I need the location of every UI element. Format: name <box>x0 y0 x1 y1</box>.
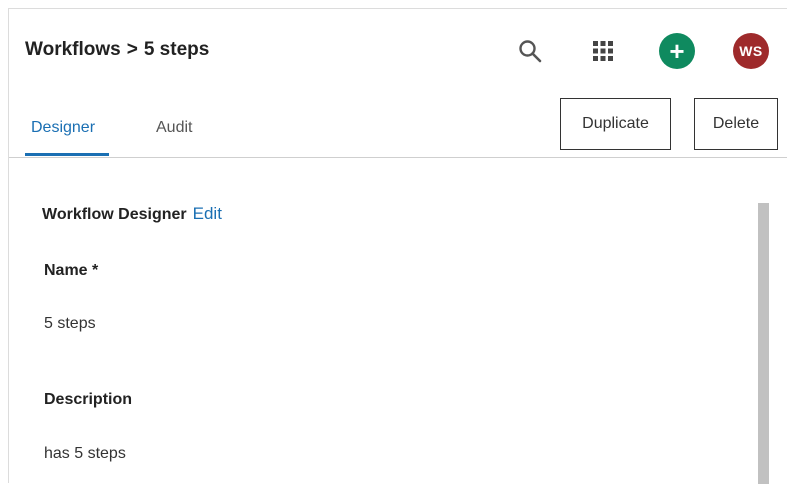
delete-button[interactable]: Delete <box>694 98 778 150</box>
add-button[interactable]: + <box>659 33 695 69</box>
breadcrumb-current: 5 steps <box>143 39 210 60</box>
name-label: Name * <box>44 262 99 279</box>
tab-bar: Designer Audit Duplicate Delete <box>9 89 787 158</box>
designer-panel: Workflow Designer Edit Name * 5 steps Des… <box>9 158 787 484</box>
user-avatar-button[interactable]: WS <box>733 33 769 69</box>
breadcrumb-root[interactable]: Workflows <box>25 39 121 60</box>
tab-audit[interactable]: Audit <box>156 119 192 137</box>
scrollbar[interactable] <box>758 203 769 484</box>
search-button[interactable] <box>512 33 548 69</box>
description-value: has 5 steps <box>44 445 126 462</box>
breadcrumb: Workflows >5 steps <box>25 39 209 61</box>
tab-designer[interactable]: Designer <box>31 119 95 137</box>
page-header: Workflows >5 steps + WS <box>9 9 787 89</box>
description-label: Description <box>44 391 133 408</box>
edit-link[interactable]: Edit <box>193 204 222 223</box>
breadcrumb-separator: > <box>126 39 138 60</box>
apps-grid-icon <box>593 41 613 61</box>
duplicate-button[interactable]: Duplicate <box>560 98 671 150</box>
section-header: Workflow Designer Edit <box>42 204 222 224</box>
plus-icon: + <box>659 33 695 69</box>
active-tab-indicator <box>25 153 109 156</box>
search-icon <box>519 40 542 63</box>
name-value: 5 steps <box>44 315 96 332</box>
app-frame: Workflows >5 steps + WS Designer Audit D… <box>8 8 787 484</box>
apps-button[interactable] <box>585 33 621 69</box>
section-title: Workflow Designer <box>42 206 187 223</box>
avatar: WS <box>733 33 769 69</box>
